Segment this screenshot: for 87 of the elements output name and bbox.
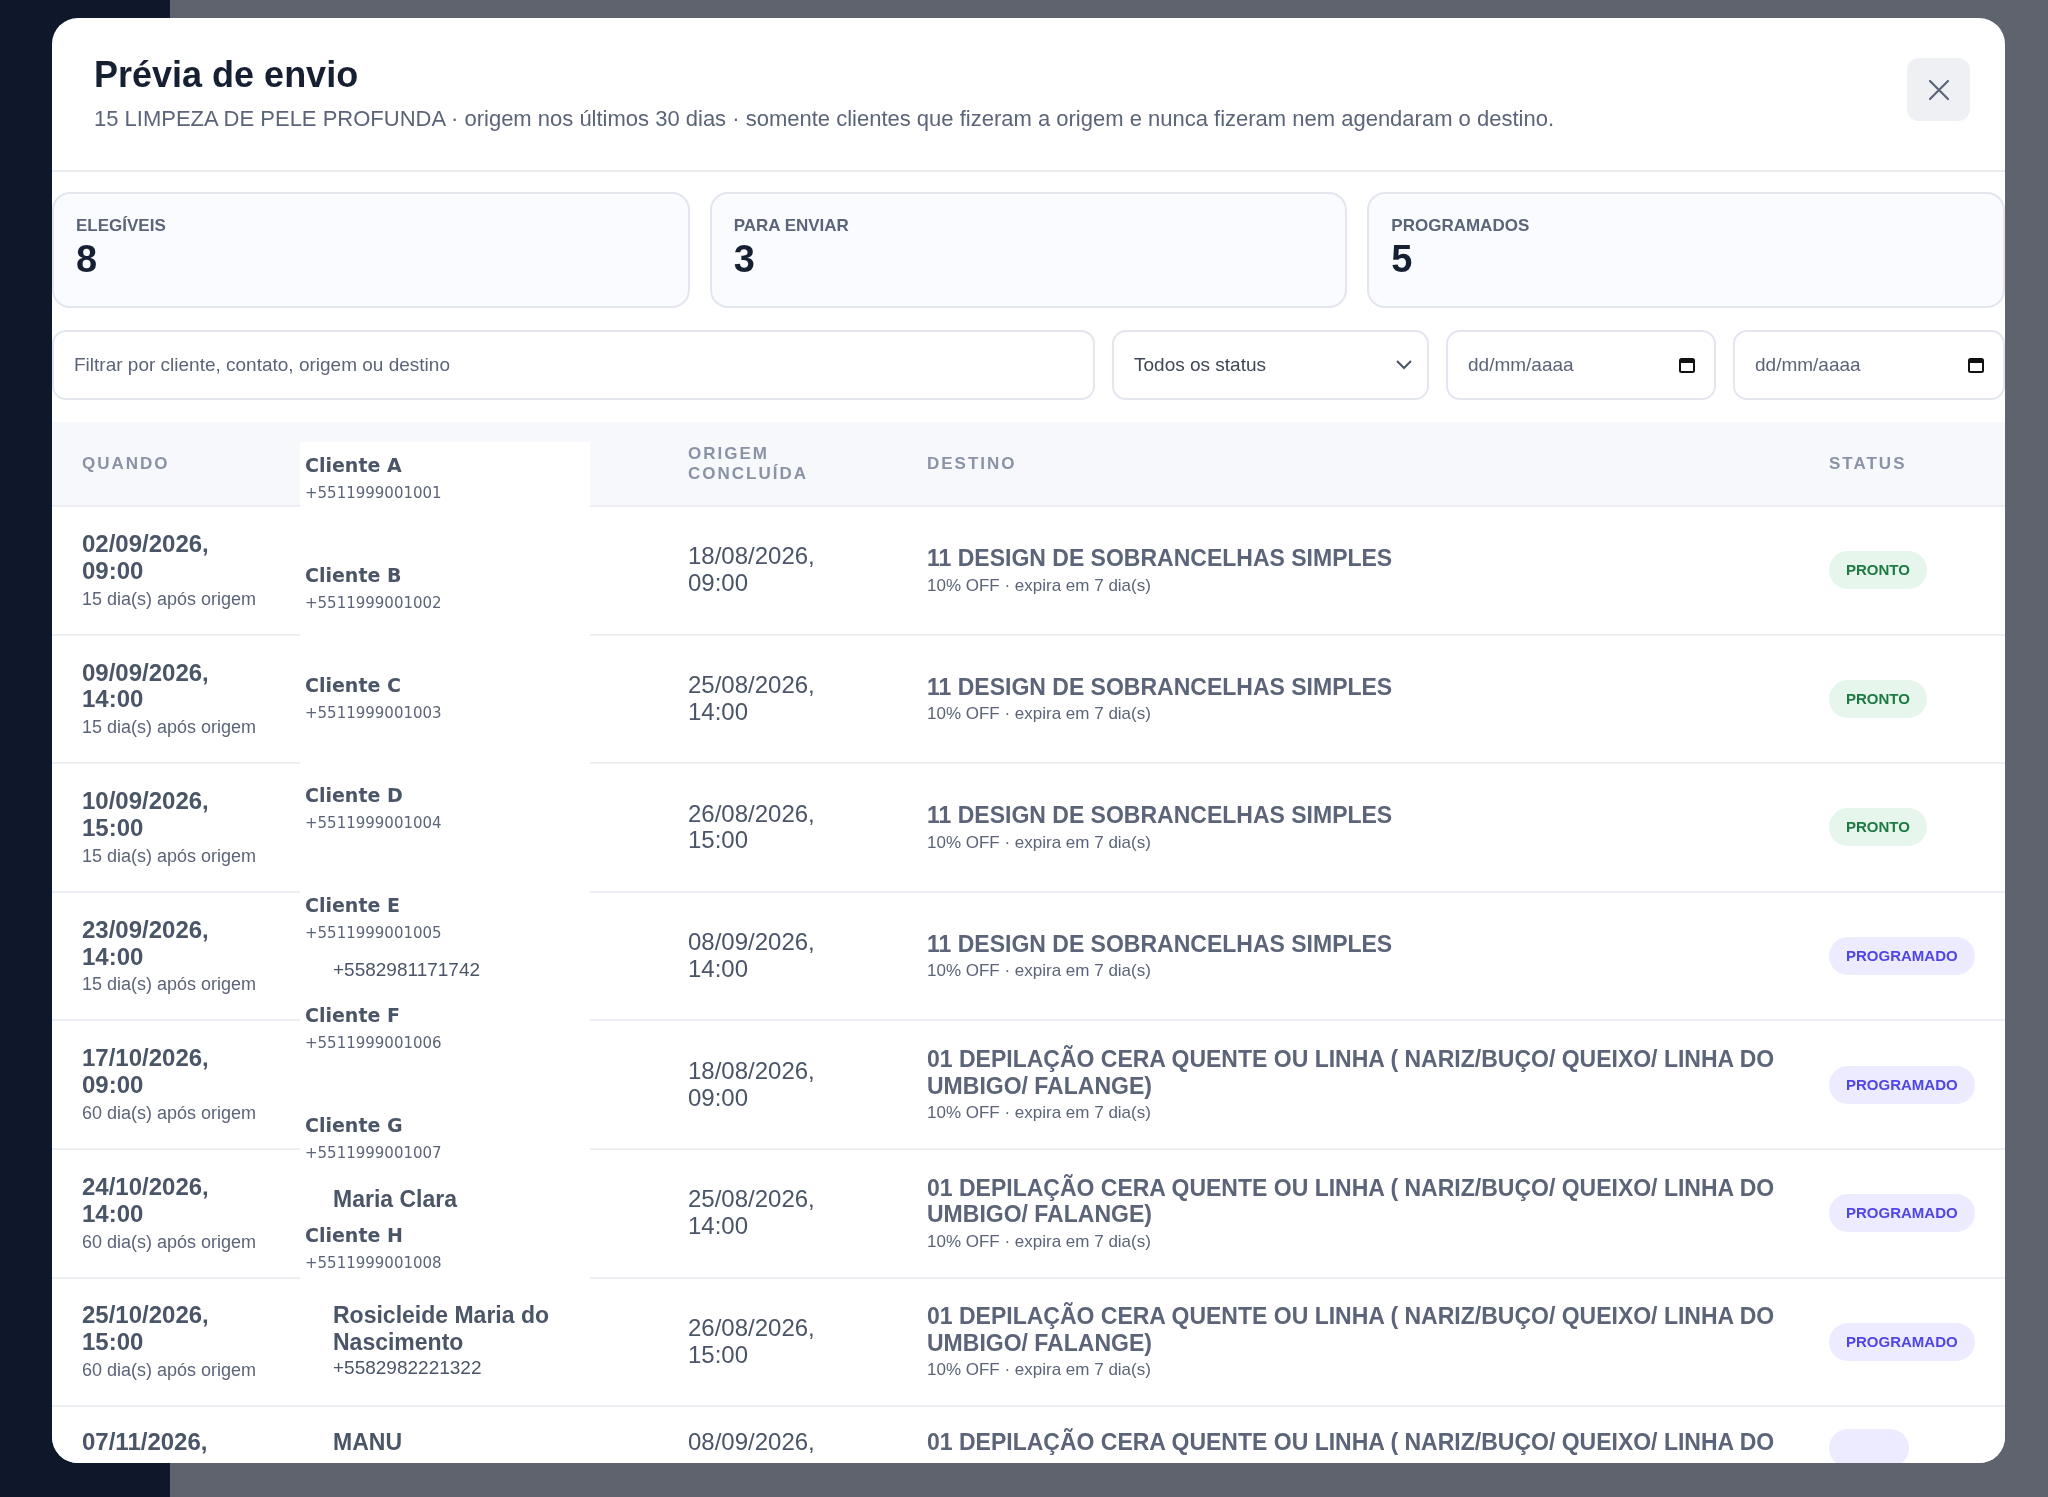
client-phone: +5511999001002 bbox=[305, 594, 443, 612]
stat-label: PROGRAMADOS bbox=[1391, 216, 1531, 236]
origin-datetime: 26/08/2026, 15:00 bbox=[688, 1315, 816, 1369]
dialog-title: Prévia de envio bbox=[94, 54, 360, 96]
client-name: Rosicleide Maria do Nascimento bbox=[333, 1302, 550, 1356]
client-phone: +5582981171742 bbox=[333, 959, 482, 983]
client-name: Cliente B bbox=[305, 564, 403, 586]
offer-text: 10% OFF · expira em 7 dia(s) bbox=[927, 575, 1152, 596]
client-name: Cliente G bbox=[305, 1114, 404, 1136]
send-datetime: 17/10/2026, 09:00 bbox=[82, 1045, 210, 1100]
offer-text: 10% OFF · expira em 7 dia(s) bbox=[927, 1231, 1152, 1252]
offset-text: 60 dia(s) após origem bbox=[82, 1231, 258, 1253]
offset-text: 60 dia(s) após origem bbox=[82, 1103, 258, 1125]
destination-service: 01 DEPILAÇÃO CERA QUENTE OU LINHA ( NARIZ/BUÇO/ QUEIXO/ LINHA DO UMBIGO/ FALANGE) bbox=[927, 1046, 1776, 1100]
origin-datetime: 18/08/2026, 09:00 bbox=[688, 543, 816, 598]
destination-service: 01 DEPILAÇÃO CERA QUENTE OU LINHA ( NARIZ/BUÇO/ QUEIXO/ LINHA DO UMBIGO/ FALANGE) bbox=[927, 1174, 1776, 1228]
client-phone: +5511999001006 bbox=[305, 1034, 443, 1052]
status-badge: PRONTO bbox=[1829, 808, 1927, 847]
client-phone: +5511999001001 bbox=[305, 484, 443, 502]
client-name: Cliente D bbox=[305, 784, 404, 806]
column-header: QUANDO bbox=[82, 453, 170, 473]
offset-text: 60 dia(s) após origem bbox=[82, 1360, 258, 1382]
client-phone: +5511999001003 bbox=[305, 704, 443, 722]
date-field[interactable]: dd/mm/aaaa bbox=[1733, 330, 2005, 400]
offer-text: 10% OFF · expira em 7 dia(s) bbox=[927, 1360, 1152, 1381]
client-phone: +5582982221322 bbox=[333, 1357, 483, 1381]
offer-text: 10% OFF · expira em 7 dia(s) bbox=[927, 1103, 1152, 1124]
close-button[interactable] bbox=[1907, 58, 1970, 121]
offset-text: 15 dia(s) após origem bbox=[82, 717, 258, 739]
client-name: Maria Clara bbox=[333, 1186, 459, 1215]
send-datetime: 07/11/2026, bbox=[82, 1429, 209, 1457]
stat-label: ELEGÍVEIS bbox=[76, 216, 167, 236]
origin-datetime: 08/09/2026, 14:00 bbox=[688, 929, 816, 983]
date-field[interactable]: dd/mm/aaaa bbox=[1446, 330, 1716, 400]
send-datetime: 23/09/2026, 14:00 bbox=[82, 916, 210, 971]
status-badge: PROGRAMADO bbox=[1829, 1065, 1975, 1104]
destination-service: 01 DEPILAÇÃO CERA QUENTE OU LINHA ( NARIZ/BUÇO/ QUEIXO/ LINHA DO bbox=[927, 1429, 1776, 1456]
origin-datetime: 25/08/2026, 14:00 bbox=[688, 1186, 816, 1241]
origin-datetime: 26/08/2026, 15:00 bbox=[688, 800, 816, 855]
origin-datetime: 18/08/2026, 09:00 bbox=[688, 1057, 816, 1112]
destination-service: 11 DESIGN DE SOBRANCELHAS SIMPLES bbox=[927, 545, 1394, 572]
origin-datetime: 08/09/2026, bbox=[688, 1429, 816, 1457]
column-header: STATUS bbox=[1829, 453, 1907, 474]
client-phone: +5511999001007 bbox=[305, 1144, 443, 1162]
search-field[interactable]: Filtrar por cliente, contato, origem ou destino bbox=[52, 330, 1095, 400]
column-header: DESTINO bbox=[927, 453, 1017, 474]
client-phone: +5511999001005 bbox=[305, 924, 443, 942]
client-name: Cliente C bbox=[305, 674, 402, 696]
column-header: ORIGEM CONCLUÍDA bbox=[688, 443, 809, 484]
stat-value: 5 bbox=[1391, 240, 1414, 278]
offset-text: 15 dia(s) após origem bbox=[82, 974, 258, 996]
status-select[interactable]: Todos os status bbox=[1112, 330, 1429, 400]
status-badge: PROGRAMADO bbox=[1829, 937, 1975, 976]
send-datetime: 02/09/2026, 09:00 bbox=[82, 530, 210, 585]
stat-value: 8 bbox=[76, 240, 99, 278]
stat-value: 3 bbox=[733, 240, 756, 278]
status-badge: PROGRAMADO bbox=[1829, 1194, 1975, 1233]
client-phone: +5511999001004 bbox=[305, 814, 443, 832]
send-datetime: 25/10/2026, 15:00 bbox=[82, 1302, 210, 1357]
dialog-subtitle: 15 LIMPEZA DE PELE PROFUNDA · origem nos últimos 30 dias · somente clientes que fizeram a origem e nunca fizeram nem agendaram o destino. bbox=[94, 106, 1554, 132]
send-datetime: 24/10/2026, 14:00 bbox=[82, 1173, 210, 1228]
offer-text: 10% OFF · expira em 7 dia(s) bbox=[927, 832, 1152, 853]
client-name: MANU bbox=[333, 1429, 403, 1458]
client-name: Cliente E bbox=[305, 894, 401, 916]
offer-text: 10% OFF · expira em 7 dia(s) bbox=[927, 704, 1152, 725]
calendar-icon bbox=[1967, 356, 1985, 374]
status-badge: PROGRAMADO bbox=[1829, 1322, 1975, 1361]
destination-service: 11 DESIGN DE SOBRANCELHAS SIMPLES bbox=[927, 802, 1394, 829]
close-icon bbox=[1926, 77, 1951, 102]
offer-text: 10% OFF · expira em 7 dia(s) bbox=[927, 961, 1152, 982]
stat-label: PARA ENVIAR bbox=[733, 216, 850, 236]
client-name: Cliente H bbox=[305, 1224, 404, 1246]
offset-text: 15 dia(s) após origem bbox=[82, 845, 258, 867]
client-name: Cliente F bbox=[305, 1004, 401, 1026]
origin-datetime: 25/08/2026, 14:00 bbox=[688, 672, 816, 726]
client-name: Cliente A bbox=[305, 454, 403, 476]
destination-service: 11 DESIGN DE SOBRANCELHAS SIMPLES bbox=[927, 930, 1394, 958]
destination-service: 11 DESIGN DE SOBRANCELHAS SIMPLES bbox=[927, 673, 1394, 701]
client-phone: +5511999001008 bbox=[305, 1254, 443, 1272]
send-datetime: 09/09/2026, 14:00 bbox=[82, 659, 210, 714]
send-datetime: 10/09/2026, 15:00 bbox=[82, 788, 210, 842]
status-badge: PRONTO bbox=[1829, 679, 1927, 718]
offset-text: 15 dia(s) após origem bbox=[82, 588, 258, 610]
status-badge: PRONTO bbox=[1829, 551, 1927, 590]
calendar-icon bbox=[1678, 356, 1696, 374]
destination-service: 01 DEPILAÇÃO CERA QUENTE OU LINHA ( NARIZ/BUÇO/ QUEIXO/ LINHA DO UMBIGO/ FALANGE) bbox=[927, 1303, 1776, 1357]
chevron-down-icon bbox=[1395, 359, 1413, 371]
